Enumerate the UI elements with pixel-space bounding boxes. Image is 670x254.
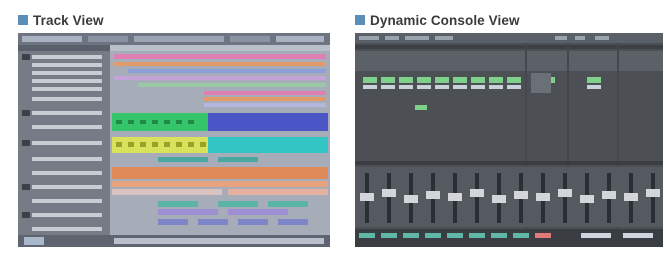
track-view-screenshot bbox=[18, 33, 330, 247]
dynamic-console-view-heading: Dynamic Console View bbox=[355, 12, 520, 28]
dynamic-console-image bbox=[355, 33, 663, 247]
track-view-heading: Track View bbox=[18, 12, 104, 28]
heading-square-icon bbox=[18, 15, 28, 25]
dynamic-console-view-title: Dynamic Console View bbox=[370, 12, 520, 28]
heading-square-icon bbox=[355, 15, 365, 25]
track-view-image bbox=[18, 33, 330, 247]
track-view-title: Track View bbox=[33, 12, 104, 28]
dynamic-console-screenshot bbox=[355, 33, 663, 247]
